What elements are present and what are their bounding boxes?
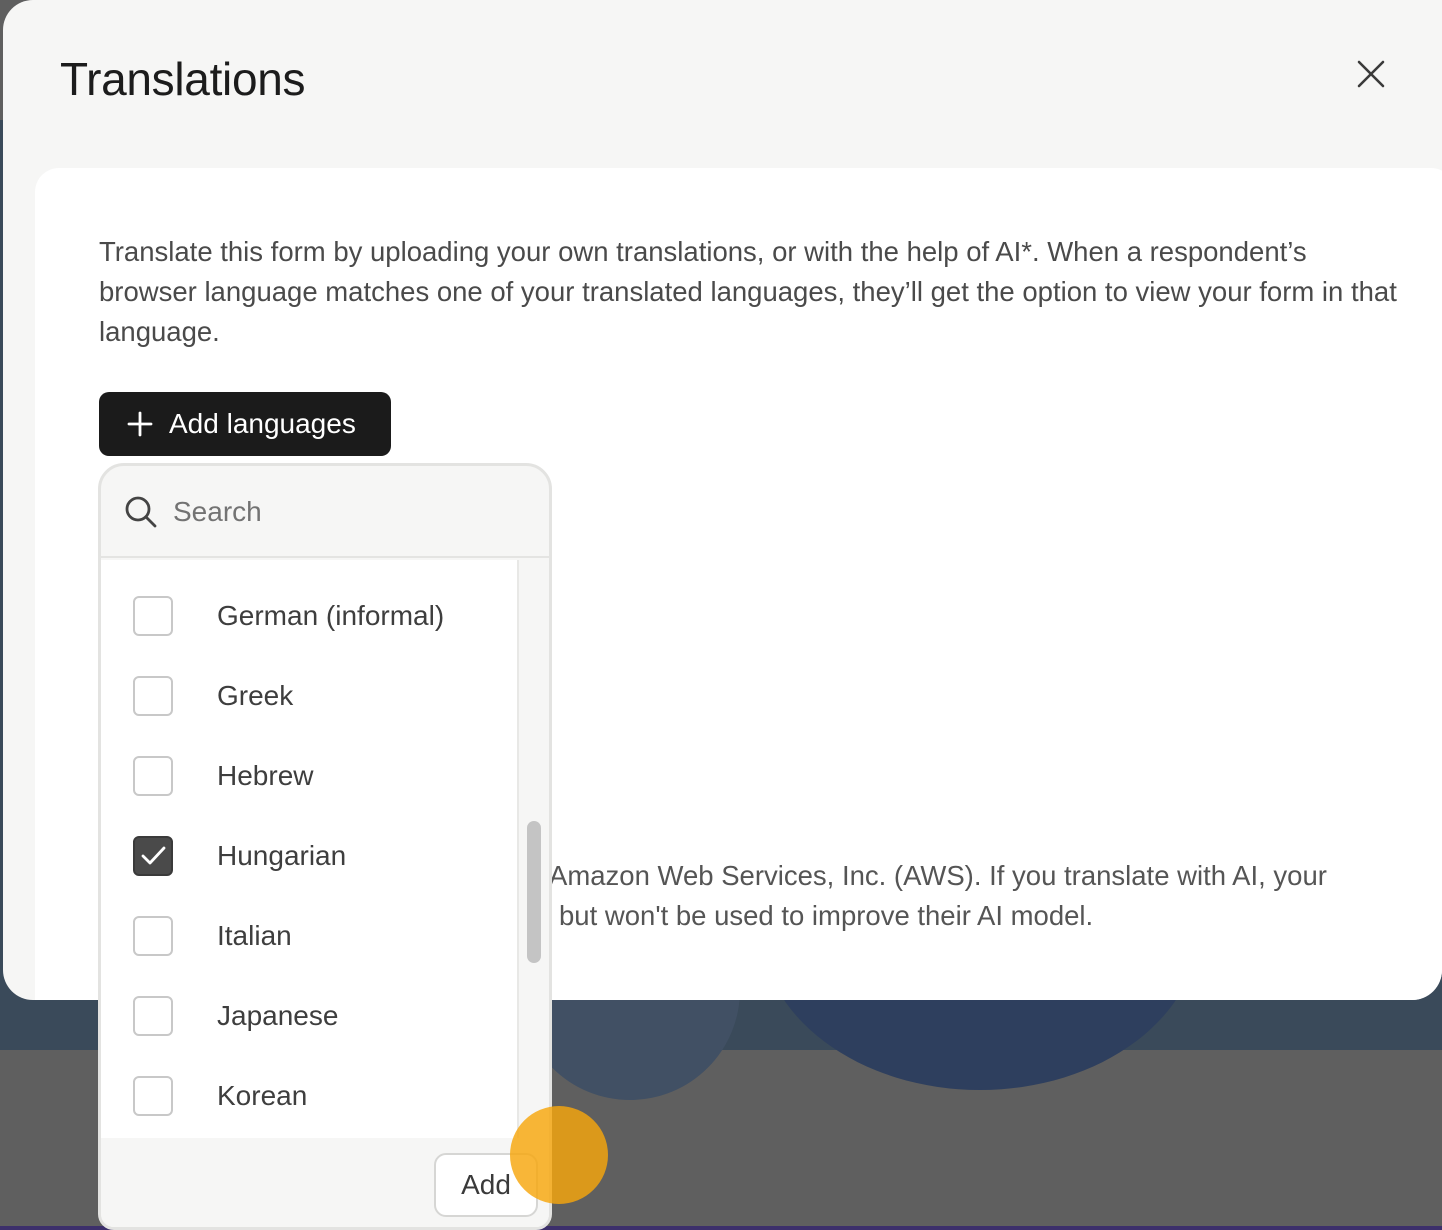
language-dropdown: German (informal) Greek Hebrew Hungarian Ita… <box>98 463 552 1230</box>
dropdown-search <box>101 466 549 558</box>
language-option[interactable]: Hungarian <box>101 816 519 896</box>
language-option[interactable]: Greek <box>101 656 519 736</box>
language-label: Japanese <box>217 1000 339 1031</box>
language-option[interactable]: Japanese <box>101 976 519 1056</box>
modal-title: Translations <box>60 53 306 105</box>
language-option[interactable]: Korean <box>101 1056 519 1136</box>
checkbox[interactable] <box>133 756 173 796</box>
search-input[interactable] <box>173 490 513 534</box>
language-label: Italian <box>217 920 292 951</box>
language-label: Hebrew <box>217 760 314 791</box>
close-button[interactable] <box>1347 50 1395 98</box>
search-icon <box>125 496 157 528</box>
checkbox[interactable] <box>133 916 173 956</box>
checkbox[interactable] <box>133 1076 173 1116</box>
language-option[interactable]: Italian <box>101 896 519 976</box>
checkmark-icon <box>141 846 166 865</box>
close-icon <box>1357 60 1385 88</box>
language-option[interactable]: Hebrew <box>101 736 519 816</box>
language-option[interactable]: German (informal) <box>101 576 519 656</box>
checkbox[interactable] <box>133 596 173 636</box>
plus-icon <box>125 409 155 439</box>
checkbox[interactable] <box>133 676 173 716</box>
dropdown-footer: Add <box>101 1140 549 1227</box>
add-languages-button[interactable]: Add languages <box>99 392 391 456</box>
checkbox-checked[interactable] <box>133 836 173 876</box>
language-label: Korean <box>217 1080 308 1111</box>
add-languages-label: Add languages <box>169 408 356 439</box>
language-label: Greek <box>217 680 294 711</box>
intro-text: Translate this form by uploading your ow… <box>99 236 1397 347</box>
language-label: Hungarian <box>217 840 347 871</box>
cursor-highlight <box>510 1106 608 1204</box>
list-scrollbar[interactable] <box>527 821 541 963</box>
language-list[interactable]: German (informal) Greek Hebrew Hungarian Ita… <box>101 560 519 1138</box>
checkbox[interactable] <box>133 996 173 1036</box>
language-label: German (informal) <box>217 600 445 631</box>
